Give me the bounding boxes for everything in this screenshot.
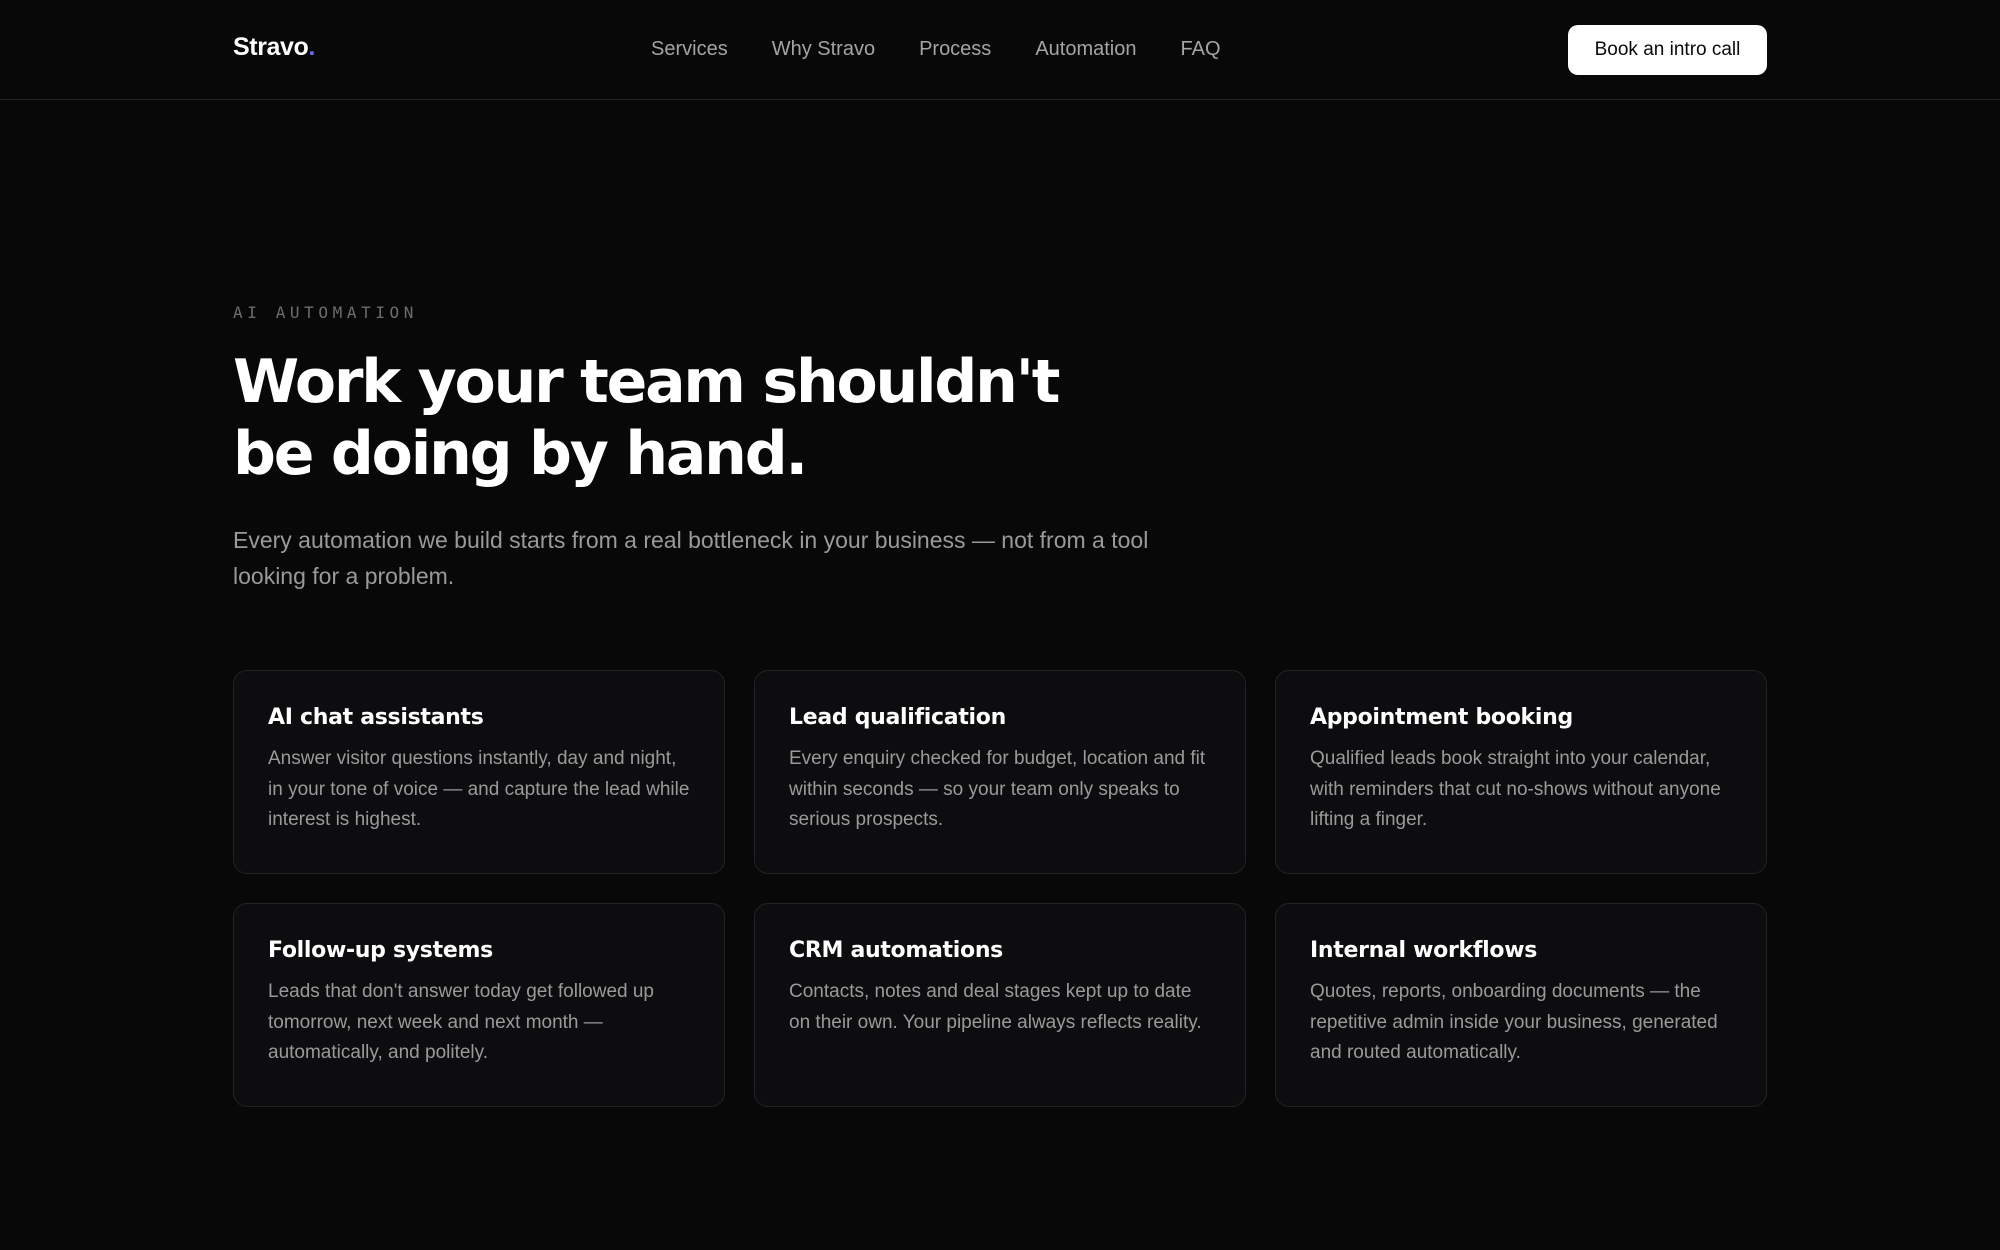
card-description: Answer visitor questions instantly, day … — [268, 748, 690, 830]
service-card-crm-automations: CRM automations Contacts, notes and deal… — [754, 903, 1246, 1107]
card-title: Follow-up systems — [268, 938, 493, 963]
page: Stravo. Services Why Stravo Process Auto… — [0, 0, 2000, 1250]
card-title: Appointment booking — [1310, 705, 1573, 730]
nav-item-automation[interactable]: Automation — [1035, 38, 1136, 61]
site-header: Stravo. Services Why Stravo Process Auto… — [0, 0, 2000, 100]
card-title: AI chat assistants — [268, 705, 484, 730]
section-eyebrow: AI AUTOMATION — [233, 303, 419, 322]
hero-subtitle: Every automation we build starts from a … — [233, 527, 1149, 589]
service-card-appointment-booking: Appointment booking Qualified leads book… — [1275, 670, 1767, 874]
nav-item-why-stravo[interactable]: Why Stravo — [772, 38, 875, 61]
brand-name: Stravo — [233, 33, 309, 61]
service-card-ai-chat-assistants: AI chat assistants Answer visitor questi… — [233, 670, 725, 874]
brand-logo[interactable]: Stravo. — [233, 33, 315, 62]
nav-item-process[interactable]: Process — [919, 38, 991, 61]
card-description: Contacts, notes and deal stages kept up … — [789, 981, 1202, 1033]
service-card-lead-qualification: Lead qualification Every enquiry checked… — [754, 670, 1246, 874]
card-title: CRM automations — [789, 938, 1003, 963]
main-nav: Services Why Stravo Process Automation F… — [651, 38, 1221, 61]
services-grid: AI chat assistants Answer visitor questi… — [233, 670, 1767, 1107]
brand-dot: . — [308, 33, 315, 61]
card-description: Qualified leads book straight into your … — [1310, 748, 1721, 830]
card-description: Every enquiry checked for budget, locati… — [789, 748, 1206, 830]
card-description: Quotes, reports, onboarding documents — … — [1310, 981, 1718, 1063]
card-description: Leads that don't answer today get follow… — [268, 981, 655, 1063]
card-title: Internal workflows — [1310, 938, 1538, 963]
service-card-follow-up-systems: Follow-up systems Leads that don't answe… — [233, 903, 725, 1107]
nav-item-faq[interactable]: FAQ — [1180, 38, 1220, 61]
service-card-internal-workflows: Internal workflows Quotes, reports, onbo… — [1275, 903, 1767, 1107]
card-title: Lead qualification — [789, 705, 1006, 730]
hero-headline: Work your team shouldn't be doing by han… — [233, 347, 1060, 489]
nav-item-services[interactable]: Services — [651, 38, 728, 61]
book-intro-call-button[interactable]: Book an intro call — [1568, 25, 1767, 75]
